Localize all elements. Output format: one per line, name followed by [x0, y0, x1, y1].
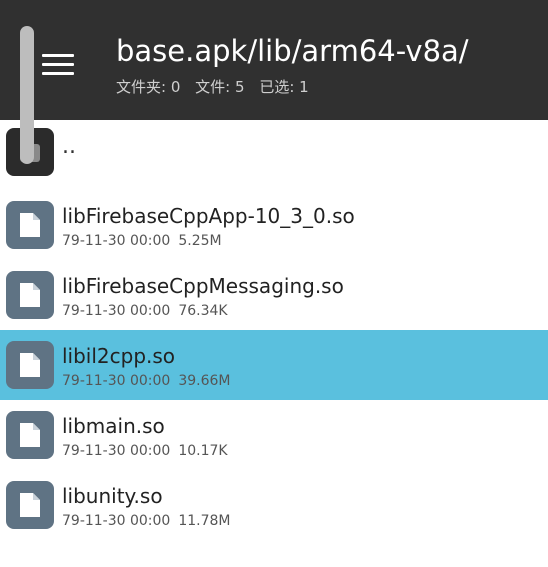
file-date: 79-11-30 00:00 — [62, 303, 171, 319]
file-count: 文件: 5 — [195, 78, 245, 96]
file-row[interactable]: libunity.so 79-11-30 00:00 11.78M — [0, 470, 548, 540]
file-row-selected[interactable]: libil2cpp.so 79-11-30 00:00 39.66M — [0, 330, 548, 400]
parent-directory-label: .. — [62, 134, 76, 159]
file-name: libFirebaseCppApp-10_3_0.so — [62, 204, 355, 228]
file-meta: 79-11-30 00:00 10.17K — [62, 443, 228, 459]
file-meta: 79-11-30 00:00 76.34K — [62, 303, 228, 319]
file-size: 76.34K — [178, 303, 228, 319]
file-date: 79-11-30 00:00 — [62, 233, 171, 249]
app-header: base.apk/lib/arm64-v8a/ 文件夹: 0 文件: 5 已选:… — [0, 0, 548, 120]
file-name: libil2cpp.so — [62, 344, 176, 368]
file-icon — [6, 201, 54, 249]
selected-count: 已选: 1 — [259, 78, 309, 96]
file-size: 5.25M — [178, 233, 222, 249]
file-list: .. libFirebaseCppApp-10_3_0.so 79-11-30 … — [0, 120, 548, 540]
parent-directory-row[interactable]: .. — [0, 120, 548, 190]
file-name: libmain.so — [62, 414, 165, 438]
file-icon — [6, 271, 54, 319]
file-meta: 79-11-30 00:00 39.66M — [62, 373, 231, 389]
file-date: 79-11-30 00:00 — [62, 373, 171, 389]
file-name: libunity.so — [62, 484, 163, 508]
file-icon — [6, 481, 54, 529]
file-row[interactable]: libFirebaseCppMessaging.so 79-11-30 00:0… — [0, 260, 548, 330]
file-row[interactable]: libFirebaseCppApp-10_3_0.so 79-11-30 00:… — [0, 190, 548, 260]
file-icon — [6, 411, 54, 459]
file-icon — [6, 341, 54, 389]
file-size: 10.17K — [178, 443, 228, 459]
menu-button[interactable] — [40, 46, 76, 82]
file-date: 79-11-30 00:00 — [62, 443, 171, 459]
file-size: 11.78M — [178, 513, 231, 529]
file-date: 79-11-30 00:00 — [62, 513, 171, 529]
file-meta: 79-11-30 00:00 11.78M — [62, 513, 231, 529]
file-row[interactable]: libmain.so 79-11-30 00:00 10.17K — [0, 400, 548, 470]
fast-scroll-handle[interactable] — [20, 26, 34, 164]
current-path: base.apk/lib/arm64-v8a/ — [116, 34, 469, 68]
folder-count: 文件夹: 0 — [116, 78, 181, 96]
file-name: libFirebaseCppMessaging.so — [62, 274, 344, 298]
folder-stats: 文件夹: 0 文件: 5 已选: 1 — [116, 76, 319, 97]
file-size: 39.66M — [178, 373, 231, 389]
file-meta: 79-11-30 00:00 5.25M — [62, 233, 222, 249]
